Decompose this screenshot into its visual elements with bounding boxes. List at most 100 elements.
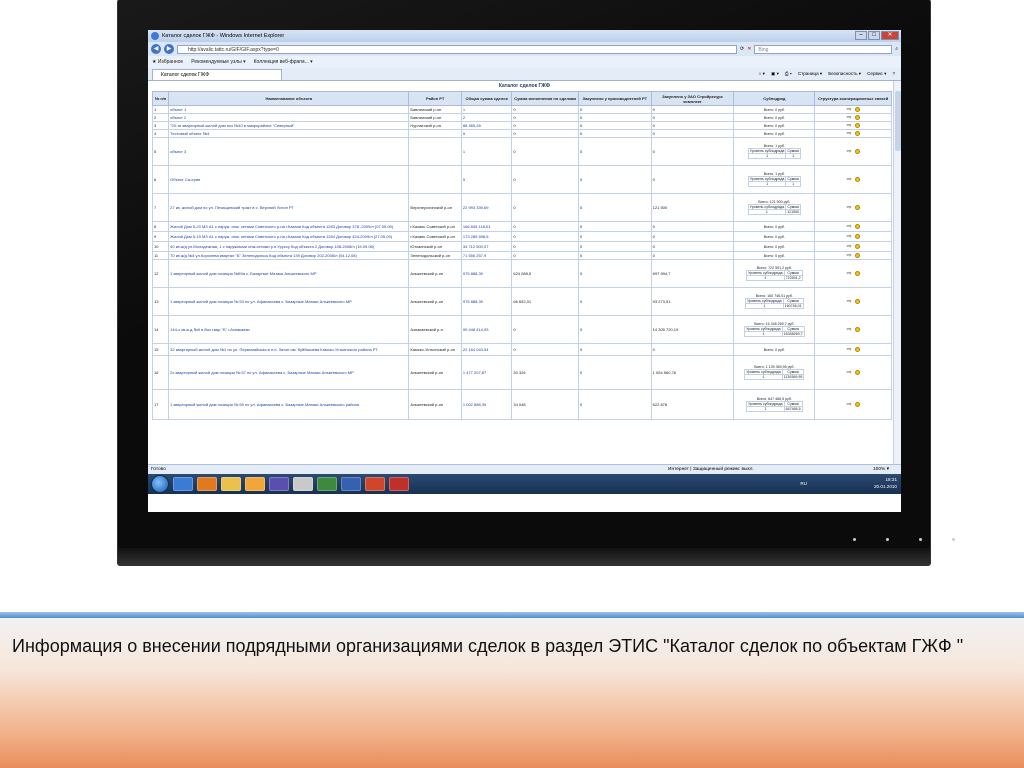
arrow-icon[interactable]: ⇨: [847, 326, 852, 333]
coin-icon[interactable]: [854, 115, 860, 121]
coin-icon[interactable]: [854, 149, 860, 155]
cell-sum[interactable]: 173 285 598,6: [460, 231, 513, 242]
coin-icon[interactable]: [854, 299, 860, 305]
coin-icon[interactable]: [854, 327, 860, 333]
cell-sum[interactable]: 5: [460, 129, 513, 138]
cell-sum[interactable]: 1 002 888,39: [460, 389, 513, 420]
folder-taskbar-icon[interactable]: [245, 477, 265, 491]
back-button[interactable]: ◀: [151, 44, 161, 54]
cell-name[interactable]: "20-ти квартирный жилой дом поз №10 в ми…: [168, 121, 410, 130]
arrow-icon[interactable]: ⇨: [847, 131, 852, 137]
favorites-button[interactable]: ★ Избранное: [152, 59, 183, 65]
cell-sum[interactable]: 88 365,28: [460, 121, 513, 130]
arrow-icon[interactable]: ⇨: [847, 233, 852, 240]
cell-name[interactable]: объект 2: [168, 113, 410, 122]
start-button[interactable]: [151, 475, 169, 493]
coin-icon[interactable]: [854, 244, 860, 250]
cell-sum[interactable]: 975 888,39: [460, 287, 513, 316]
coin-icon[interactable]: [854, 271, 860, 277]
arrow-icon[interactable]: ⇨: [847, 223, 852, 230]
cell-name[interactable]: объект 3: [168, 137, 410, 166]
coin-icon[interactable]: [854, 347, 860, 353]
coin-icon[interactable]: [854, 370, 860, 376]
arrow-icon[interactable]: ⇨: [847, 243, 852, 250]
coin-icon[interactable]: [854, 131, 860, 137]
coin-icon[interactable]: [854, 205, 860, 211]
cell-name[interactable]: 27 кв. жилой дом по ул. Печищинский трак…: [168, 193, 410, 222]
arrow-icon[interactable]: ⇨: [847, 204, 852, 211]
fav-item-recommended[interactable]: Рекомендуемые узлы ▾: [191, 59, 245, 65]
cell-name[interactable]: объект 1: [168, 105, 410, 114]
search-input[interactable]: Bing: [754, 44, 893, 54]
coin-icon[interactable]: [854, 177, 860, 183]
coin-icon[interactable]: [854, 253, 860, 259]
powerpoint-taskbar-icon[interactable]: [365, 477, 385, 491]
arrow-icon[interactable]: ⇨: [847, 298, 852, 305]
help-icon[interactable]: ?: [892, 71, 895, 77]
cell-name[interactable]: 1 квартирный жилой дом позиции № 53 по у…: [168, 287, 410, 316]
ie-taskbar-icon[interactable]: [173, 477, 193, 491]
arrow-icon[interactable]: ⇨: [847, 369, 852, 376]
cell-name[interactable]: 144-х кв.ж.д.№9 в Вост.мкр "Б" г.Азнакае…: [168, 315, 410, 344]
cell-sum[interactable]: 71 556 257,9: [460, 251, 513, 260]
cell-sum[interactable]: 2: [460, 113, 513, 122]
opera-taskbar-icon[interactable]: [389, 477, 409, 491]
cell-name[interactable]: 1 квартирный жилой дом позиции №59а с. Б…: [168, 259, 410, 288]
arrow-icon[interactable]: ⇨: [847, 346, 852, 353]
arrow-icon[interactable]: ⇨: [847, 176, 852, 183]
cell-sum[interactable]: 34 712 500,07: [460, 241, 513, 252]
home-icon[interactable]: ⌂ ▾: [759, 71, 765, 77]
cell-sum[interactable]: 5: [460, 165, 513, 194]
coin-icon[interactable]: [854, 402, 860, 408]
zoom-control[interactable]: 100% ▾: [873, 467, 889, 472]
cell-name[interactable]: 2х квартирный жилой дом позиции № 57 по …: [168, 355, 410, 390]
page-menu[interactable]: Страница ▾: [798, 71, 822, 77]
arrow-icon[interactable]: ⇨: [847, 253, 852, 259]
cell-sum[interactable]: 1 477 207,87: [460, 355, 513, 390]
cell-sum[interactable]: 1: [460, 137, 513, 166]
arrow-icon[interactable]: ⇨: [847, 107, 852, 113]
language-indicator[interactable]: RU: [800, 480, 807, 487]
cell-name[interactable]: Жилой Дом 5-20 МЗ А1 с наруж. инж. сетям…: [168, 221, 410, 232]
url-input[interactable]: http://avalic.tattc.ru/GIF/GIF.aspx?type…: [177, 44, 737, 54]
excel-taskbar-icon[interactable]: [317, 477, 337, 491]
vertical-scrollbar[interactable]: [893, 81, 901, 464]
cell-name[interactable]: 40 кв.ж/д ул.Молодежная, 1 с наружными и…: [168, 241, 410, 252]
scroll-thumb[interactable]: [895, 91, 901, 151]
maximize-button[interactable]: □: [868, 31, 880, 40]
media-taskbar-icon[interactable]: [197, 477, 217, 491]
security-menu[interactable]: Безопасность ▾: [828, 71, 861, 77]
cell-sum[interactable]: 166 845 118,01: [460, 221, 513, 232]
coin-icon[interactable]: [854, 123, 860, 129]
cell-name[interactable]: Объект Са-ерия: [168, 165, 410, 194]
service-menu[interactable]: Сервис ▾: [867, 71, 886, 77]
stop-icon[interactable]: ✕: [747, 46, 751, 52]
coin-icon[interactable]: [854, 234, 860, 240]
cell-name[interactable]: Жилой Дом 5-19 МЗ А1 с наруж. инж. сетям…: [168, 231, 410, 242]
tab-catalog[interactable]: Каталог сделок ГЖФ: [152, 68, 282, 80]
save-taskbar-icon[interactable]: [269, 477, 289, 491]
close-button[interactable]: ✕: [881, 31, 899, 40]
feeds-icon[interactable]: ▣ ▾: [771, 71, 779, 77]
minimize-button[interactable]: –: [855, 31, 867, 40]
arrow-icon[interactable]: ⇨: [847, 270, 852, 277]
refresh-icon[interactable]: ⟳: [740, 46, 744, 52]
explorer-taskbar-icon[interactable]: [221, 477, 241, 491]
forward-button[interactable]: ▶: [164, 44, 174, 54]
arrow-icon[interactable]: ⇨: [847, 115, 852, 121]
arrow-icon[interactable]: ⇨: [847, 123, 852, 129]
cell-name[interactable]: 70 кв ж/д №4 ул.Королева квартал "Б" Зел…: [168, 251, 410, 260]
coin-icon[interactable]: [854, 107, 860, 113]
print-icon[interactable]: ⎙ ▾: [785, 71, 792, 77]
chrome-taskbar-icon[interactable]: [293, 477, 313, 491]
coin-icon[interactable]: [854, 224, 860, 230]
word-taskbar-icon[interactable]: [341, 477, 361, 491]
cell-name[interactable]: 1 квартирный жилой дом позиции № 59 по у…: [168, 389, 410, 420]
cell-sum[interactable]: 22 993 339,69: [460, 193, 513, 222]
cell-name[interactable]: Тестовый объект №4: [168, 129, 410, 138]
search-icon[interactable]: ⌕: [895, 46, 898, 52]
cell-name[interactable]: 32 квартирный жилой дом №1 по ул. Первом…: [168, 343, 410, 356]
cell-sum[interactable]: 1: [460, 105, 513, 114]
arrow-icon[interactable]: ⇨: [847, 401, 852, 408]
cell-sum[interactable]: 22 164 043,54: [460, 343, 513, 356]
